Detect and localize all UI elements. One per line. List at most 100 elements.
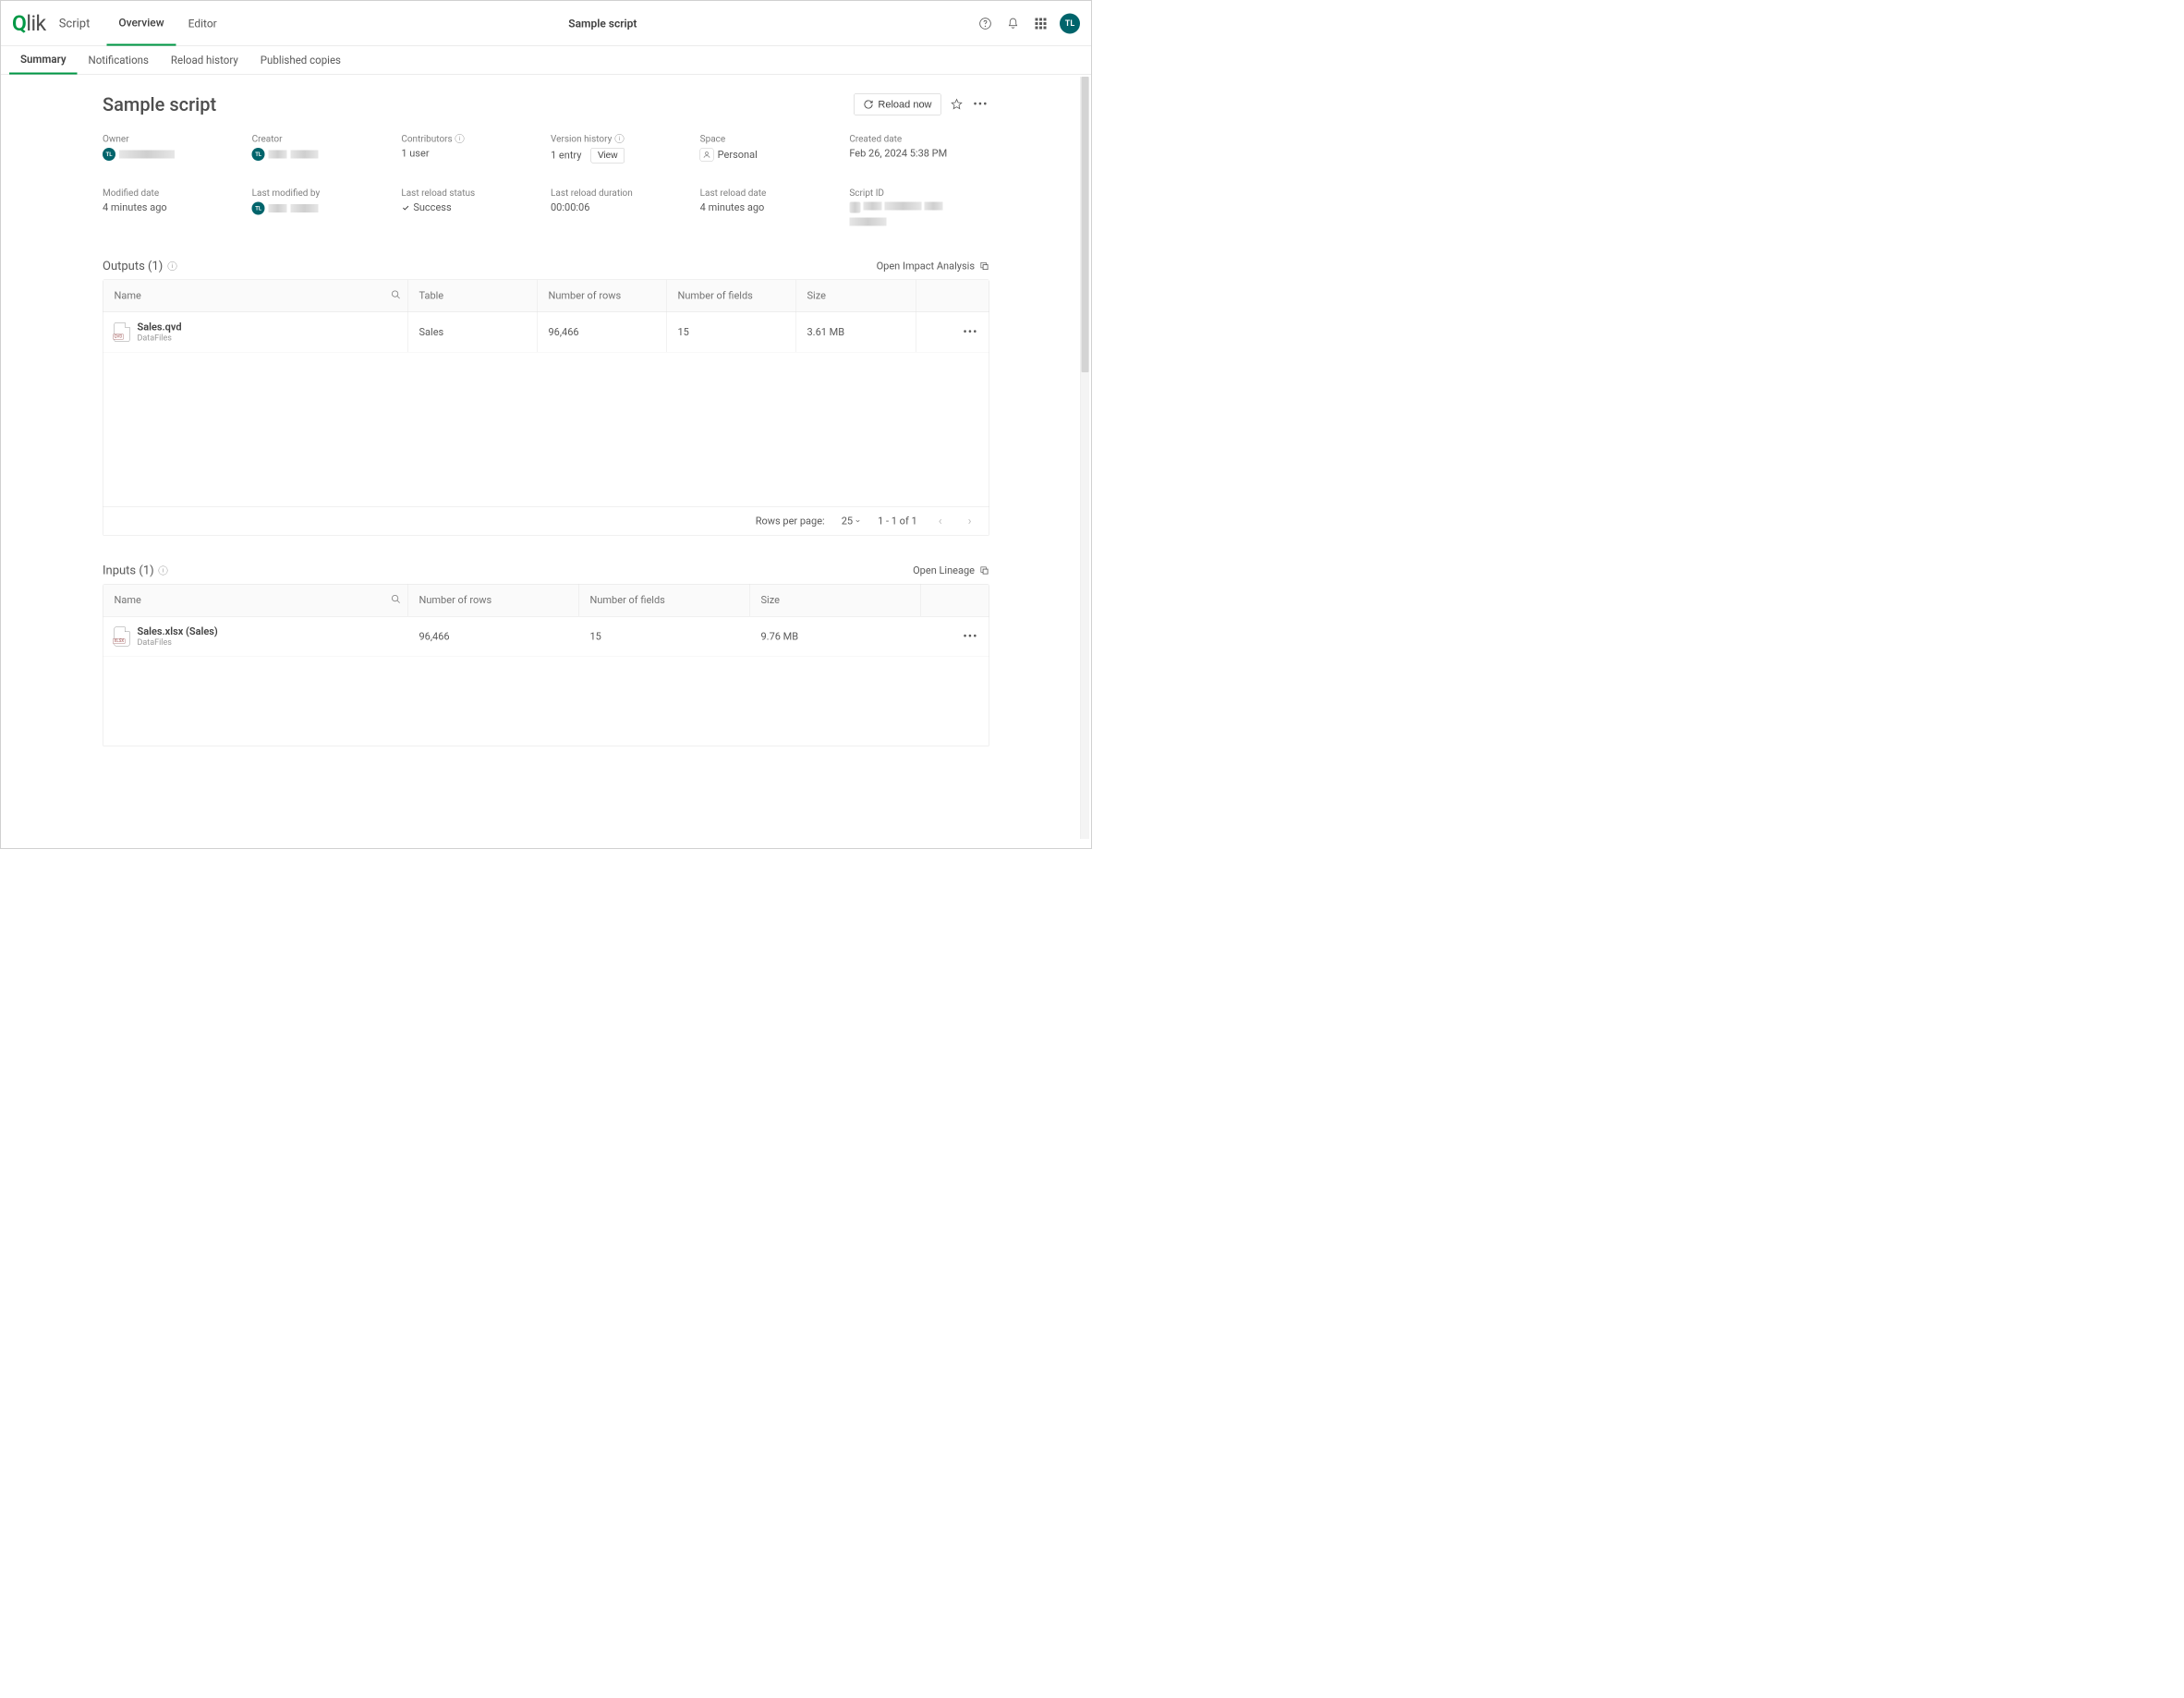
output-fields: 15 [667, 312, 796, 352]
help-icon[interactable] [977, 15, 994, 32]
output-rows: 96,466 [538, 312, 667, 352]
open-lineage-link[interactable]: Open Lineage [913, 564, 989, 576]
outputs-thead: Name Table Number of rows Number of fiel… [103, 280, 989, 312]
meta-created: Created date Feb 26, 2024 5:38 PM [849, 133, 989, 164]
meta-lastmodby-label: Last modified by [252, 188, 393, 199]
meta-owner: Owner TL [103, 133, 243, 164]
inputs-table: Name Number of rows Number of fields Siz… [103, 584, 989, 746]
scriptid-redacted [849, 218, 886, 226]
bell-icon[interactable] [1004, 15, 1022, 32]
favorite-star-icon[interactable] [948, 96, 965, 114]
col-rows[interactable]: Number of rows [538, 280, 667, 312]
info-icon[interactable]: i [614, 134, 624, 143]
col-rows[interactable]: Number of rows [408, 585, 579, 617]
lastmodby-redacted-2 [291, 204, 319, 212]
search-icon[interactable] [391, 289, 401, 302]
row-more-icon[interactable]: ••• [963, 325, 977, 339]
xlsx-file-icon: XLSX [115, 627, 130, 647]
owner-avatar: TL [103, 148, 115, 161]
top-bar: Qlik Script Overview Editor Sample scrip… [1, 1, 1091, 46]
tab-reload-history[interactable]: Reload history [160, 46, 249, 75]
meta-last-reload-status: Last reload status Success [401, 188, 541, 226]
logo-rest: lik [26, 11, 45, 36]
lastmodby-redacted-1 [269, 204, 287, 212]
output-table: Sales [408, 312, 538, 352]
meta-last-reload-duration: Last reload duration 00:00:06 [551, 188, 691, 226]
row-more-icon[interactable]: ••• [963, 630, 977, 644]
logo-q: Q [12, 11, 26, 36]
page-header: Sample script Reload now ••• [103, 93, 989, 115]
meta-contributors-label: Contributors [401, 133, 452, 144]
open-impact-analysis-link[interactable]: Open Impact Analysis [877, 261, 989, 273]
meta-script-id: Script ID [849, 188, 989, 226]
rows-per-page-label: Rows per page: [756, 515, 825, 528]
view-version-button[interactable]: View [590, 148, 625, 164]
col-name-label[interactable]: Name [115, 595, 141, 607]
tab-published-copies[interactable]: Published copies [249, 46, 352, 75]
rows-per-page-select[interactable]: 25 [842, 515, 861, 528]
tab-editor[interactable]: Editor [176, 1, 229, 46]
meta-version: Version historyi 1 entry View [551, 133, 691, 164]
meta-creator: Creator TL [252, 133, 393, 164]
inputs-title: Inputs (1) [103, 564, 154, 577]
check-icon [401, 203, 409, 212]
meta-created-label: Created date [849, 133, 989, 144]
col-fields[interactable]: Number of fields [667, 280, 796, 312]
meta-grid: Owner TL Creator TL Contributorsi 1 user [103, 133, 989, 226]
meta-space-value: Personal [718, 149, 758, 161]
tab-overview[interactable]: Overview [106, 1, 176, 46]
info-icon[interactable]: i [455, 134, 465, 143]
page-scrollbar[interactable] [1080, 77, 1089, 839]
tab-summary[interactable]: Summary [9, 46, 78, 75]
col-name-label[interactable]: Name [115, 290, 141, 302]
meta-modified-label: Modified date [103, 188, 243, 199]
meta-scriptid-label: Script ID [849, 188, 989, 199]
creator-name-redacted-2 [291, 151, 319, 159]
meta-lastreloadduration-value: 00:00:06 [551, 202, 691, 214]
col-size[interactable]: Size [750, 585, 921, 617]
header-title: Sample script [229, 17, 977, 30]
input-file-name: Sales.xlsx (Sales) [138, 626, 218, 638]
info-icon[interactable]: i [167, 261, 176, 271]
app-launcher-icon[interactable] [1032, 15, 1050, 32]
col-name: Name [103, 280, 408, 312]
top-tabs: Overview Editor [106, 1, 228, 46]
col-fields[interactable]: Number of fields [579, 585, 750, 617]
output-size: 3.61 MB [796, 312, 916, 352]
table-row[interactable]: XLSX Sales.xlsx (Sales) DataFiles 96,466… [103, 617, 989, 658]
col-size[interactable]: Size [796, 280, 916, 312]
reload-icon [863, 100, 873, 110]
table-row[interactable]: QVD Sales.qvd DataFiles Sales 96,466 15 … [103, 312, 989, 353]
outputs-title: Outputs (1) [103, 260, 163, 273]
meta-owner-label: Owner [103, 133, 243, 144]
person-icon [700, 148, 714, 162]
page-title: Sample script [103, 93, 854, 115]
tab-notifications[interactable]: Notifications [78, 46, 160, 75]
scriptid-redacted [924, 202, 942, 211]
input-size: 9.76 MB [750, 617, 921, 657]
scriptid-redacted [849, 202, 860, 213]
meta-space-label: Space [700, 133, 841, 144]
col-table[interactable]: Table [408, 280, 538, 312]
chevron-down-icon [855, 518, 861, 525]
page-range: 1 - 1 of 1 [878, 515, 917, 528]
breadcrumb-script[interactable]: Script [59, 17, 91, 30]
user-avatar[interactable]: TL [1060, 13, 1080, 33]
external-icon [979, 565, 989, 576]
inputs-thead: Name Number of rows Number of fields Siz… [103, 585, 989, 617]
search-icon[interactable] [391, 594, 401, 607]
more-actions-icon[interactable]: ••• [972, 96, 989, 114]
meta-space: Space Personal [700, 133, 841, 164]
scriptid-redacted [863, 202, 881, 211]
qlik-logo[interactable]: Qlik [12, 11, 46, 36]
meta-version-value: 1 entry [551, 150, 581, 162]
info-icon[interactable]: i [159, 566, 168, 576]
meta-contributors-value: 1 user [401, 148, 541, 160]
open-impact-analysis-label: Open Impact Analysis [877, 261, 975, 273]
outputs-header: Outputs (1) i Open Impact Analysis [103, 260, 989, 273]
inputs-header: Inputs (1) i Open Lineage [103, 564, 989, 577]
output-file-name: Sales.qvd [138, 321, 182, 334]
input-fields: 15 [579, 617, 750, 657]
meta-lastreloadstatus-value: Success [413, 202, 451, 214]
reload-now-button[interactable]: Reload now [854, 93, 941, 115]
